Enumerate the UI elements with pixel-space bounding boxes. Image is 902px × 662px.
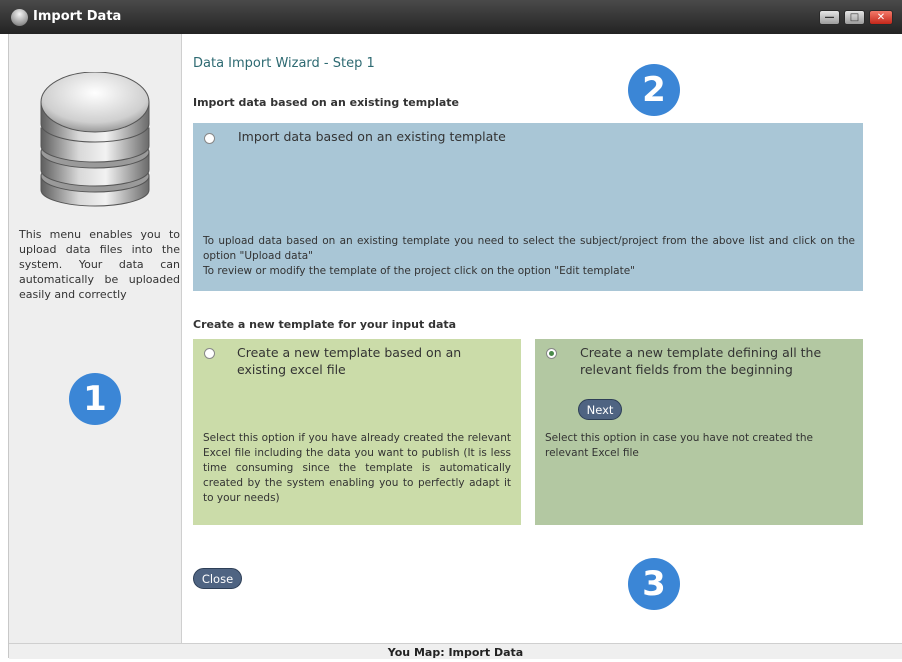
close-window-button[interactable]: ✕: [869, 10, 893, 25]
minimize-button[interactable]: —: [819, 10, 840, 25]
existing-template-option-label[interactable]: Import data based on an existing templat…: [238, 128, 838, 145]
scratch-template-panel: Create a new template defining all the r…: [535, 339, 863, 525]
excel-template-panel: Create a new template based on an existi…: [193, 339, 521, 525]
marker-2-badge: 2: [628, 64, 680, 116]
existing-template-radio[interactable]: [204, 133, 215, 144]
excel-template-radio[interactable]: [204, 348, 215, 359]
window-titlebar: Import Data — □ ✕: [0, 0, 902, 34]
next-button[interactable]: Next: [578, 399, 622, 420]
excel-template-description: Select this option if you have already c…: [203, 432, 511, 504]
app-database-icon: [11, 9, 28, 26]
scratch-template-description: Select this option in case you have not …: [545, 432, 813, 459]
new-template-heading: Create a new template for your input dat…: [193, 318, 457, 331]
wizard-title: Data Import Wizard - Step 1: [193, 56, 375, 71]
existing-template-description-line1: To upload data based on an existing temp…: [203, 235, 855, 262]
existing-template-description: To upload data based on an existing temp…: [203, 234, 855, 279]
existing-template-description-line2: To review or modify the template of the …: [203, 265, 635, 277]
status-bar: You Map: Import Data: [9, 643, 902, 659]
window-title: Import Data: [33, 9, 122, 24]
database-icon: [40, 72, 150, 207]
main-content: Data Import Wizard - Step 1 Import data …: [183, 34, 902, 643]
existing-template-panel: Import data based on an existing templat…: [193, 123, 863, 291]
close-button[interactable]: Close: [193, 568, 242, 589]
marker-3-badge: 3: [628, 558, 680, 610]
scratch-template-option-label[interactable]: Create a new template defining all the r…: [580, 344, 850, 378]
maximize-button[interactable]: □: [844, 10, 865, 25]
marker-1-badge: 1: [69, 373, 121, 425]
excel-template-option-label[interactable]: Create a new template based on an existi…: [237, 344, 507, 378]
sidebar-description: This menu enables you to upload data fil…: [19, 228, 180, 301]
existing-template-heading: Import data based on an existing templat…: [193, 96, 460, 109]
sidebar: This menu enables you to upload data fil…: [9, 34, 182, 643]
scratch-template-radio[interactable]: [546, 348, 557, 359]
